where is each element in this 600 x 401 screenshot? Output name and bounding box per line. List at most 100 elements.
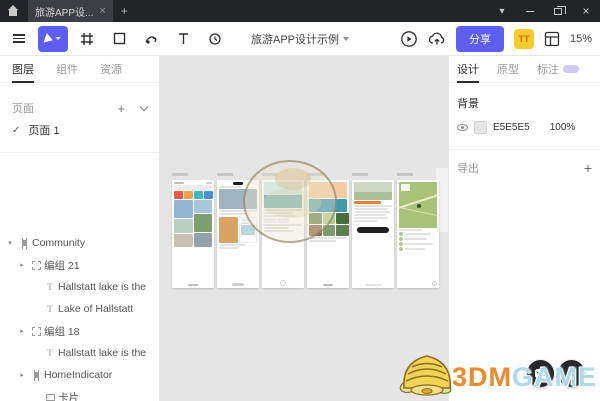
feedback-button[interactable] bbox=[527, 360, 554, 387]
layer-name: Community bbox=[32, 237, 85, 249]
clock-icon bbox=[208, 32, 222, 46]
cloud-upload-icon[interactable] bbox=[428, 31, 446, 47]
layout-grid-icon[interactable] bbox=[544, 31, 560, 47]
expand-caret-icon[interactable]: ▸ bbox=[16, 371, 28, 379]
page-name: 页面 1 bbox=[28, 122, 59, 138]
background-section-label: 背景 bbox=[449, 83, 600, 115]
home-indicator bbox=[323, 284, 333, 286]
pages-actions: + bbox=[117, 102, 147, 115]
present-play-button[interactable] bbox=[400, 30, 418, 48]
toolbar-right: 分享 TT 15% bbox=[400, 22, 592, 56]
expand-caret-icon[interactable]: ▾ bbox=[4, 239, 16, 247]
frame-icon bbox=[16, 239, 32, 248]
maximize-button[interactable] bbox=[544, 0, 572, 22]
minimize-icon bbox=[526, 11, 534, 12]
tab-components[interactable]: 组件 bbox=[56, 56, 78, 83]
app-window: 旅游APP设... × + ▾ × bbox=[0, 0, 600, 401]
text-layer-icon: T bbox=[42, 348, 58, 358]
collapse-pages-icon[interactable] bbox=[140, 102, 148, 110]
visibility-eye-icon[interactable] bbox=[457, 124, 468, 131]
zoom-level[interactable]: 15% bbox=[570, 33, 592, 45]
layer-row-text[interactable]: T Hallstatt lake is the bbox=[0, 342, 159, 364]
avatar[interactable]: TT bbox=[514, 29, 534, 49]
background-color-swatch[interactable] bbox=[474, 121, 487, 134]
statusbar bbox=[174, 182, 212, 184]
chevron-down-icon bbox=[343, 37, 349, 41]
expand-caret-icon[interactable]: ▸ bbox=[16, 261, 28, 269]
layer-row-text[interactable]: T Hallstatt lake is the bbox=[0, 276, 159, 298]
rectangle-icon bbox=[113, 32, 126, 45]
tab-layers[interactable]: 图层 bbox=[12, 56, 34, 83]
watermark-shape bbox=[275, 168, 311, 190]
text-layer-icon: T bbox=[42, 282, 58, 292]
share-button[interactable]: 分享 bbox=[456, 26, 504, 52]
history-tool-button[interactable] bbox=[202, 26, 228, 52]
layer-name: Hallstatt lake is the bbox=[58, 347, 146, 359]
watermark-circle bbox=[243, 160, 337, 243]
titlebar: 旅游APP设... × + ▾ × bbox=[0, 0, 600, 22]
background-hex-value[interactable]: E5E5E5 bbox=[493, 122, 530, 133]
document-title[interactable]: 旅游APP设计示例 bbox=[251, 22, 349, 56]
artboard-map[interactable] bbox=[397, 180, 439, 288]
left-panel: 图层 组件 资源 页面 + ✓ 页面 1 ▾ Communit bbox=[0, 56, 160, 401]
photo-grid bbox=[174, 200, 212, 247]
shape-tool-button[interactable] bbox=[106, 26, 132, 52]
cursor-icon bbox=[44, 33, 55, 45]
map-block bbox=[399, 182, 437, 228]
tab-resources[interactable]: 资源 bbox=[100, 56, 122, 83]
background-opacity-value[interactable]: 100% bbox=[550, 122, 576, 133]
main-area: 图层 组件 资源 页面 + ✓ 页面 1 ▾ Communit bbox=[0, 56, 600, 401]
artboard-label[interactable] bbox=[172, 173, 188, 176]
category-icons bbox=[174, 191, 212, 199]
artboard-label[interactable] bbox=[397, 173, 413, 176]
artboard-label[interactable] bbox=[352, 173, 368, 176]
tab-design[interactable]: 设计 bbox=[457, 56, 479, 83]
layer-row-group18[interactable]: ▸ 编组 18 bbox=[0, 320, 159, 342]
tab-inspect[interactable]: 标注 bbox=[537, 56, 579, 83]
add-export-button[interactable]: + bbox=[584, 161, 592, 175]
home-indicator bbox=[232, 283, 244, 286]
notch bbox=[233, 182, 243, 185]
page-item[interactable]: ✓ 页面 1 bbox=[0, 119, 159, 141]
move-tool-button[interactable] bbox=[38, 26, 68, 52]
nav-icon bbox=[280, 280, 286, 286]
layer-row-community[interactable]: ▾ Community bbox=[0, 232, 159, 254]
main-menu-button[interactable] bbox=[6, 26, 32, 52]
tab-inspect-label: 标注 bbox=[537, 61, 559, 77]
tab-prototype[interactable]: 原型 bbox=[497, 56, 519, 83]
close-button[interactable]: × bbox=[572, 0, 600, 22]
artboard-home[interactable] bbox=[172, 180, 214, 288]
chat-bubble-icon bbox=[535, 369, 547, 378]
add-page-button[interactable]: + bbox=[117, 102, 125, 115]
layer-row-text[interactable]: T Lake of Hallstatt bbox=[0, 298, 159, 320]
layer-name: 编组 21 bbox=[44, 258, 80, 273]
minimize-button[interactable] bbox=[516, 0, 544, 22]
canvas[interactable] bbox=[160, 56, 448, 401]
expand-caret-icon[interactable]: ▸ bbox=[16, 327, 28, 335]
window-menu-button[interactable]: ▾ bbox=[488, 0, 516, 22]
search-bar bbox=[174, 185, 212, 190]
text-tool-button[interactable] bbox=[170, 26, 196, 52]
article-title-bar bbox=[354, 201, 381, 204]
layer-row-homeindicator[interactable]: ▸ HomeIndicator bbox=[0, 364, 159, 386]
new-tab-button[interactable]: + bbox=[121, 4, 128, 18]
frame-icon bbox=[80, 32, 94, 46]
list-row bbox=[399, 247, 437, 251]
document-tab[interactable]: 旅游APP设... × bbox=[28, 0, 113, 22]
pen-tool-button[interactable] bbox=[138, 26, 164, 52]
hamburger-icon bbox=[13, 34, 25, 43]
home-button[interactable] bbox=[0, 0, 26, 22]
layer-name: Hallstatt lake is the bbox=[58, 281, 146, 293]
help-button[interactable]: ? bbox=[558, 360, 585, 387]
layer-row-card[interactable]: 卡片 bbox=[0, 386, 159, 401]
cta-button bbox=[357, 227, 389, 233]
check-icon: ✓ bbox=[12, 125, 20, 136]
artboard-article[interactable] bbox=[352, 180, 394, 288]
window-controls: ▾ × bbox=[488, 0, 600, 22]
frame-tool-button[interactable] bbox=[74, 26, 100, 52]
artboard-label[interactable] bbox=[217, 173, 233, 176]
layer-tree: ▾ Community ▸ 编组 21 T Hallstatt lake is … bbox=[0, 232, 159, 401]
tab-close-icon[interactable]: × bbox=[99, 6, 105, 17]
list-row bbox=[399, 232, 437, 236]
layer-row-group21[interactable]: ▸ 编组 21 bbox=[0, 254, 159, 276]
